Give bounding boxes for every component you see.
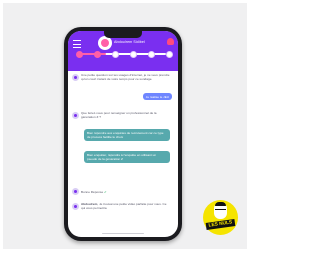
progress-step-dot xyxy=(147,51,155,58)
answer-option-1[interactable]: Bien répondre aux enquêtes de recrutemen… xyxy=(84,129,170,141)
phone-mockup: Abdoulrem Sidibel Une petite question su… xyxy=(64,27,182,241)
bot-avatar xyxy=(72,74,79,81)
phone-screen: Abdoulrem Sidibel Une petite question su… xyxy=(68,31,178,237)
header-title: Abdoulrem Sidibel xyxy=(114,40,145,44)
bot-avatar xyxy=(72,188,79,195)
header-avatar xyxy=(98,36,112,50)
bot-message: Que feriez-vous pour renseigner un profe… xyxy=(81,111,157,119)
progress-step-dot xyxy=(75,51,83,58)
les-nuls-logo: LES NULS xyxy=(203,200,238,235)
answer-option-2[interactable]: Bien enquêter, répondre à l'enquête en u… xyxy=(84,151,170,163)
glasses-icon xyxy=(215,209,226,213)
progress-step-dot xyxy=(93,51,101,58)
chat-thread: Une petite question sur tes usages d'int… xyxy=(68,71,178,237)
progress-step-dot xyxy=(165,51,173,58)
home-indicator xyxy=(102,232,144,234)
bot-ok-text: Bonne Réponse xyxy=(81,190,104,194)
logo-text: LES NULS xyxy=(205,219,236,230)
phone-notch xyxy=(104,31,142,38)
progress-step-dot xyxy=(129,51,137,58)
bot-avatar xyxy=(72,112,79,119)
logo-character-icon xyxy=(214,202,227,219)
notification-icon[interactable] xyxy=(167,38,174,45)
bot-message: Une petite question sur tes usages d'int… xyxy=(81,73,170,81)
bot-avatar xyxy=(72,203,79,210)
bot-message: Abdoulrem, Je trouvai une petite vidéo p… xyxy=(81,202,169,210)
bot-message: Bonne Réponse ✔ xyxy=(81,190,107,194)
progress-steps xyxy=(75,51,173,58)
check-icon: ✔ xyxy=(104,190,107,194)
menu-icon[interactable] xyxy=(73,40,81,48)
user-message-bubble: Je réalise le JEU xyxy=(142,93,172,100)
progress-step-dot xyxy=(111,51,119,58)
